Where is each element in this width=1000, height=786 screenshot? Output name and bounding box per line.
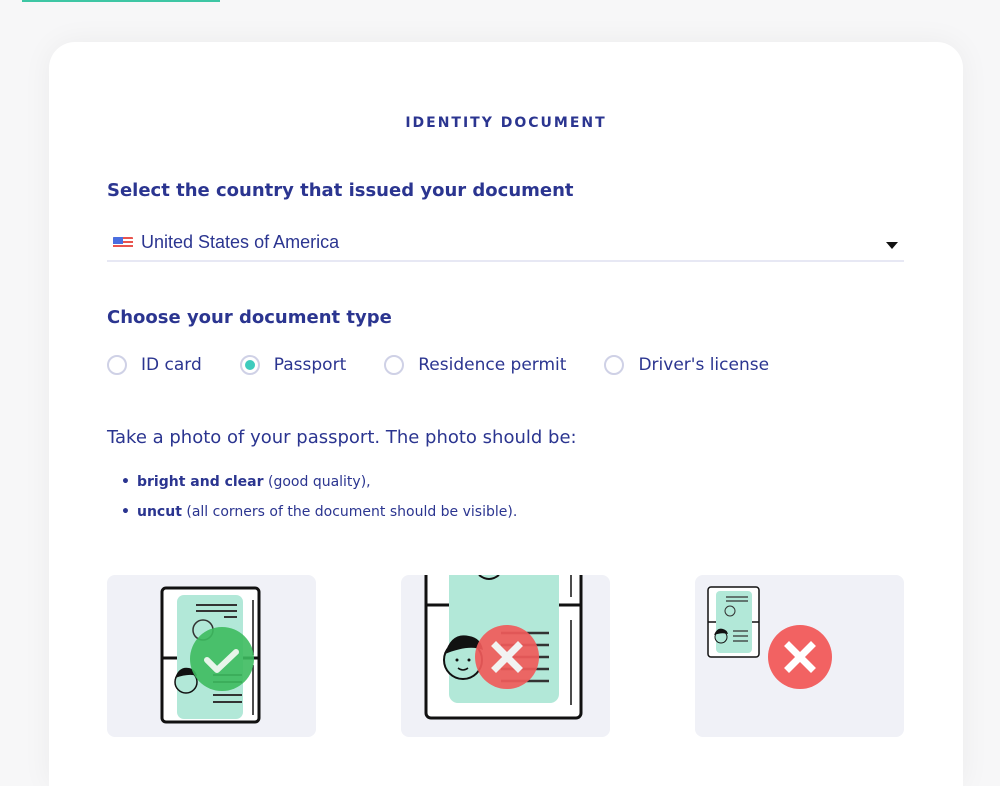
photo-instructions: Take a photo of your passport. The photo… xyxy=(107,427,577,448)
radio-circle[interactable] xyxy=(604,355,625,375)
requirements-list: bright and clear (good quality), uncut (… xyxy=(121,474,517,534)
passport-illustration-small xyxy=(707,586,832,689)
radio-passport[interactable]: Passport xyxy=(239,355,347,375)
radio-circle[interactable] xyxy=(107,355,127,375)
radio-label: Passport xyxy=(273,355,347,375)
radio-id-card[interactable]: ID card xyxy=(107,355,202,375)
radio-residence-permit[interactable]: Residence permit xyxy=(384,355,566,375)
section-title: IDENTITY DOCUMENT xyxy=(405,115,607,131)
requirement-bold: uncut xyxy=(137,504,182,520)
us-flag-icon xyxy=(113,237,133,249)
country-select-value: United States of America xyxy=(141,232,340,252)
requirement-text: (all corners of the document should be v… xyxy=(181,504,518,520)
passport-illustration xyxy=(160,586,261,724)
country-label: Select the country that issued your docu… xyxy=(107,180,574,201)
good-example xyxy=(107,575,316,737)
check-badge xyxy=(190,627,254,691)
requirement-item: uncut (all corners of the document shoul… xyxy=(121,504,517,520)
radio-label: ID card xyxy=(141,355,202,375)
radio-label: Residence permit xyxy=(418,355,567,375)
identity-document-card: IDENTITY DOCUMENT Select the country tha… xyxy=(49,42,963,786)
document-type-label: Choose your document type xyxy=(107,307,392,328)
radio-circle-checked[interactable] xyxy=(239,355,260,375)
photo-examples xyxy=(107,575,904,737)
requirement-bold: bright and clear xyxy=(137,474,264,490)
caret-down-icon[interactable] xyxy=(886,242,898,249)
too-far-example xyxy=(695,575,904,737)
radio-circle[interactable] xyxy=(384,355,405,375)
requirement-text: (good quality), xyxy=(263,474,371,490)
radio-drivers-license[interactable]: Driver's license xyxy=(604,355,769,375)
top-progress-bar xyxy=(22,0,220,2)
passport-illustration-cropped xyxy=(424,575,583,720)
radio-label: Driver's license xyxy=(638,355,770,375)
country-select[interactable]: United States of America xyxy=(107,230,904,262)
document-type-radio-group: ID card Passport Residence permit Driver… xyxy=(107,355,807,375)
requirement-item: bright and clear (good quality), xyxy=(121,474,517,490)
too-close-example xyxy=(401,575,610,737)
